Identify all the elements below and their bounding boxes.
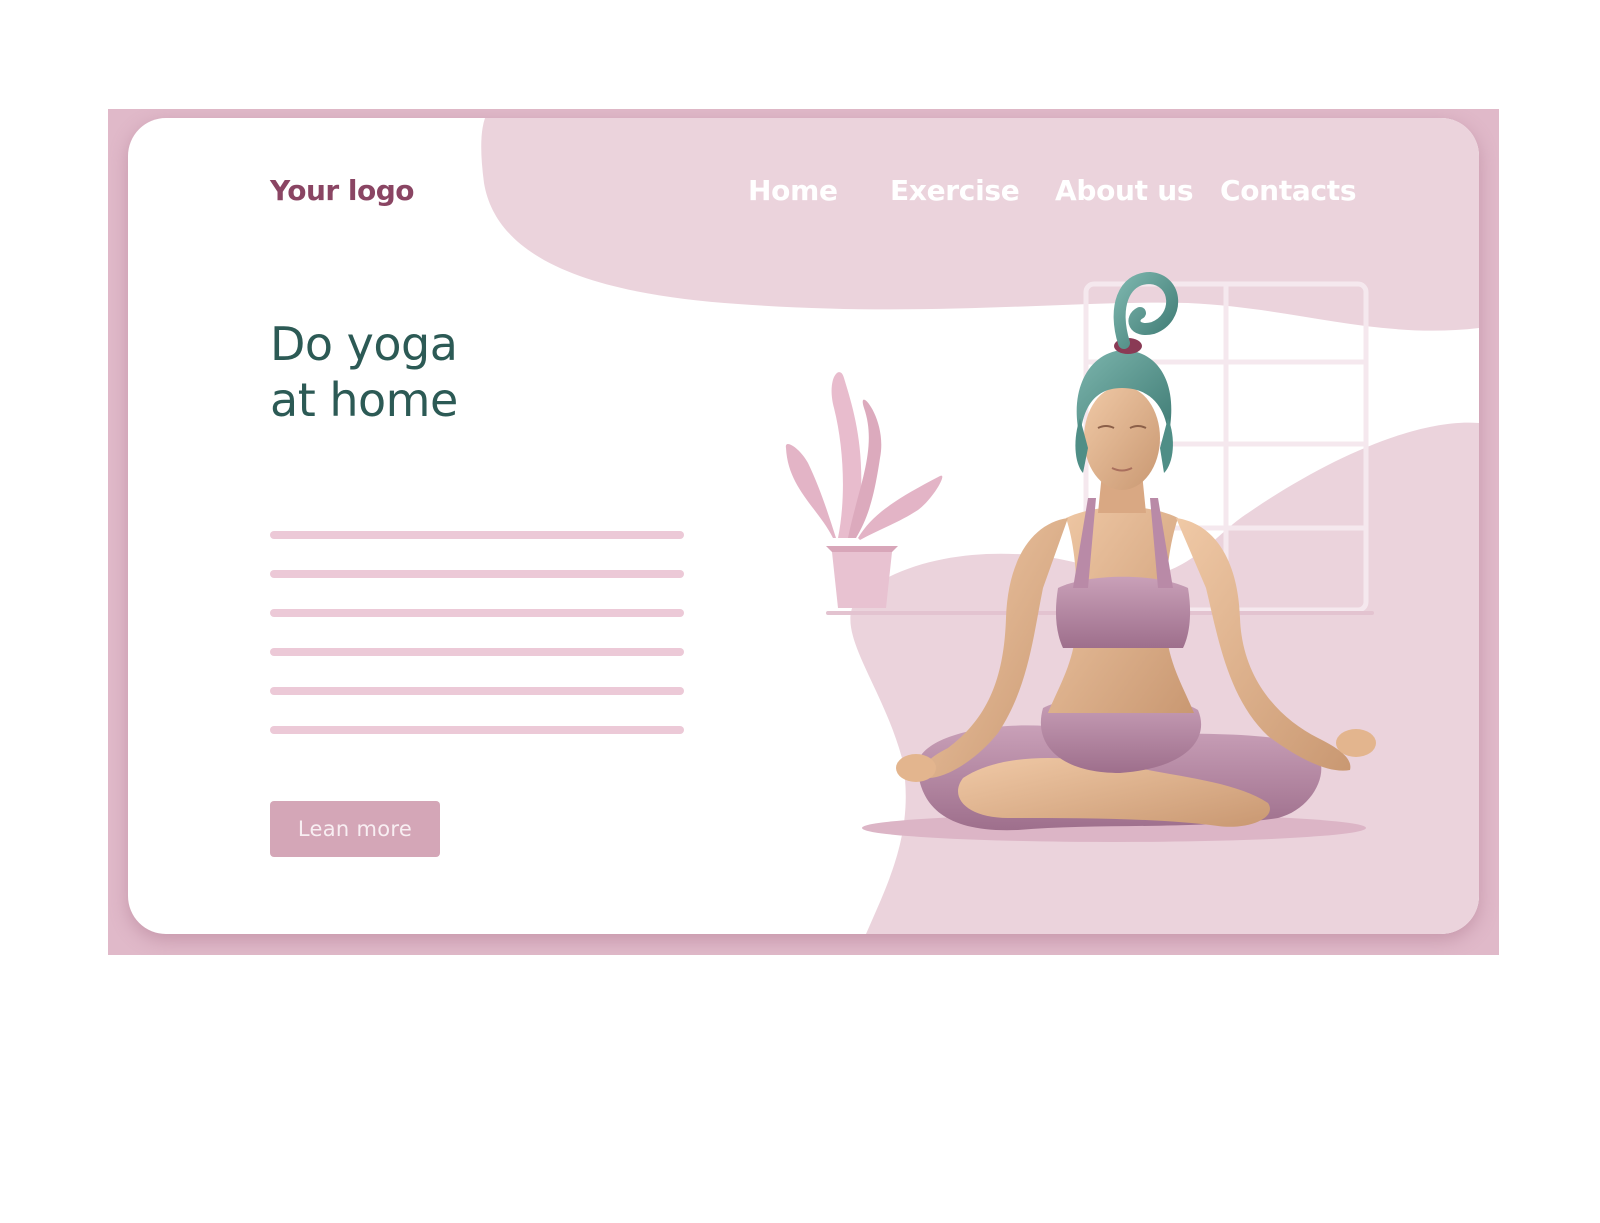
- placeholder-text-line: [270, 570, 684, 578]
- landing-card: Your logo Home Exercise About us Contact…: [128, 118, 1479, 934]
- top-pink-blob: [481, 118, 1479, 331]
- nav-exercise[interactable]: Exercise: [890, 174, 1020, 207]
- placeholder-text-block: [270, 531, 684, 765]
- nav-contacts[interactable]: Contacts: [1220, 174, 1357, 207]
- nav-home[interactable]: Home: [748, 174, 838, 207]
- placeholder-text-line: [270, 531, 684, 539]
- learn-more-button[interactable]: Lean more: [270, 801, 440, 857]
- headline-line-2: at home: [270, 373, 458, 427]
- nav-about-us[interactable]: About us: [1055, 174, 1194, 207]
- placeholder-text-line: [270, 648, 684, 656]
- page-frame: Your logo Home Exercise About us Contact…: [108, 109, 1499, 955]
- hero-headline: Do yoga at home: [270, 316, 458, 428]
- placeholder-text-line: [270, 726, 684, 734]
- placeholder-text-line: [270, 609, 684, 617]
- placeholder-text-line: [270, 687, 684, 695]
- headline-line-1: Do yoga: [270, 317, 458, 371]
- logo[interactable]: Your logo: [270, 174, 415, 207]
